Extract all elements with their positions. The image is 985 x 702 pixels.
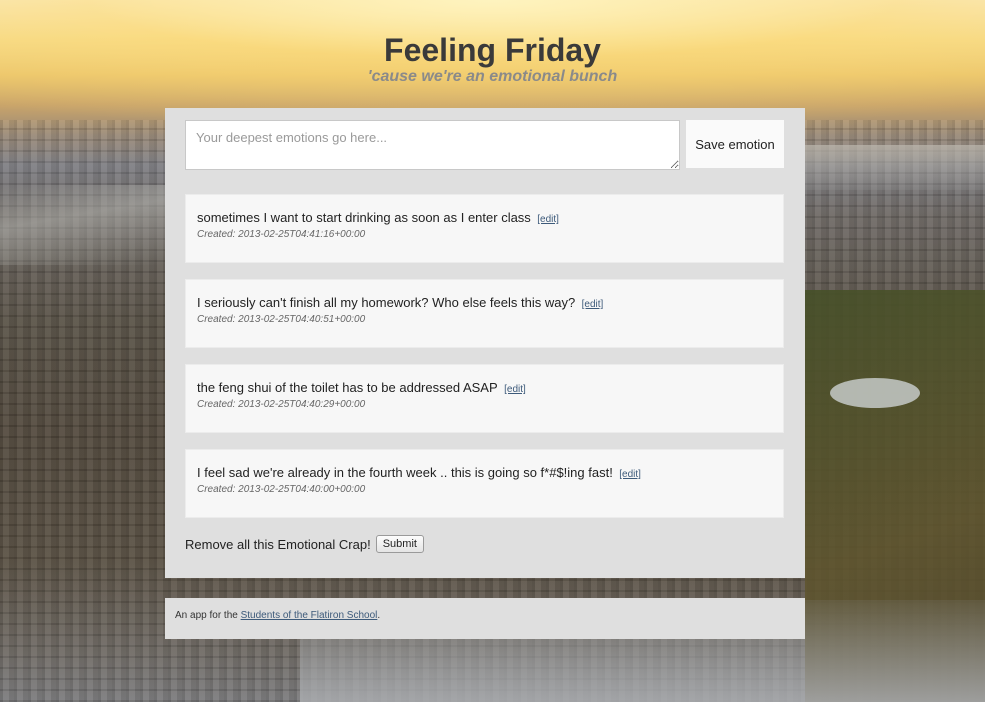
- park-lake: [830, 378, 920, 408]
- river-right: [805, 145, 985, 190]
- created-timestamp: Created: 2013-02-25T04:40:51+00:00: [197, 314, 366, 325]
- page-footer: An app for the Students of the Flatiron …: [165, 598, 805, 639]
- created-timestamp: Created: 2013-02-25T04:40:00+00:00: [197, 484, 366, 495]
- emotion-input[interactable]: [185, 120, 680, 170]
- remove-all-form: Remove all this Emotional Crap! Submit: [185, 535, 424, 553]
- emotion-item: I feel sad we're already in the fourth w…: [185, 449, 784, 518]
- emotion-item: the feng shui of the toilet has to be ad…: [185, 364, 784, 433]
- edit-link[interactable]: [edit]: [619, 469, 641, 480]
- submit-button[interactable]: Submit: [375, 535, 424, 553]
- emotion-item: sometimes I want to start drinking as so…: [185, 194, 784, 263]
- edit-link[interactable]: [edit]: [504, 384, 526, 395]
- emotion-item: I seriously can't finish all my homework…: [185, 279, 784, 348]
- emotion-text-row: I feel sad we're already in the fourth w…: [197, 464, 773, 482]
- page-header: Feeling Friday 'cause we're an emotional…: [0, 30, 985, 85]
- emotion-text: sometimes I want to start drinking as so…: [197, 210, 531, 225]
- created-timestamp: Created: 2013-02-25T04:40:29+00:00: [197, 399, 366, 410]
- page-subtitle: 'cause we're an emotional bunch: [367, 68, 618, 85]
- save-emotion-button[interactable]: Save emotion: [686, 120, 784, 168]
- page-title: Feeling Friday: [384, 32, 601, 68]
- footer-prefix: An app for the: [175, 610, 241, 621]
- emotion-text-row: the feng shui of the toilet has to be ad…: [197, 379, 773, 397]
- edit-link[interactable]: [edit]: [537, 214, 559, 225]
- created-timestamp: Created: 2013-02-25T04:41:16+00:00: [197, 229, 366, 240]
- emotion-text: I feel sad we're already in the fourth w…: [197, 465, 613, 480]
- emotion-text-row: I seriously can't finish all my homework…: [197, 294, 773, 312]
- footer-suffix: .: [377, 610, 381, 621]
- edit-link[interactable]: [edit]: [582, 299, 604, 310]
- remove-all-label: Remove all this Emotional Crap!: [185, 536, 371, 552]
- emotion-text: I seriously can't finish all my homework…: [197, 295, 576, 310]
- emotion-text-row: sometimes I want to start drinking as so…: [197, 209, 773, 227]
- main-panel: Save emotion sometimes I want to start d…: [165, 108, 805, 578]
- emotion-text: the feng shui of the toilet has to be ad…: [197, 380, 498, 395]
- river-left: [0, 185, 165, 265]
- flatiron-school-link[interactable]: Students of the Flatiron School: [241, 610, 378, 621]
